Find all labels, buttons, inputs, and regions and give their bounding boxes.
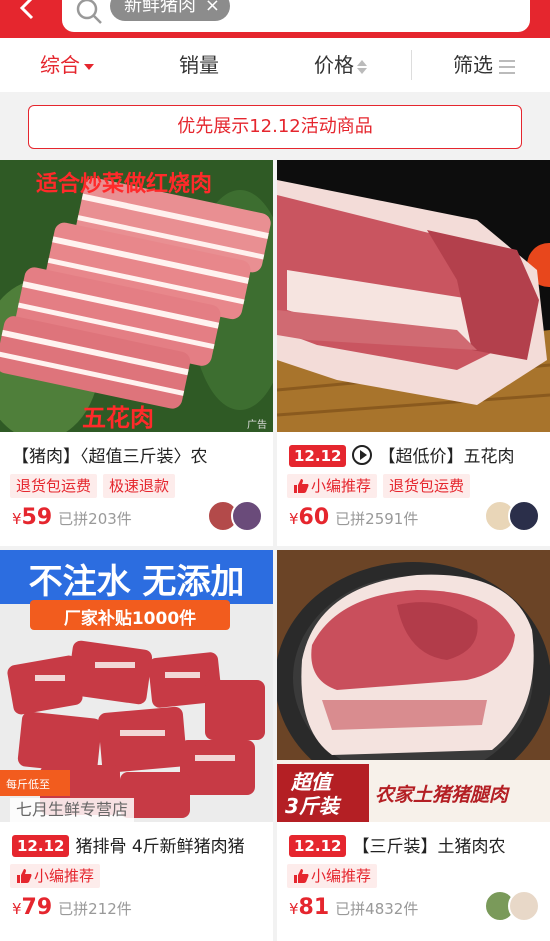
store-name: 七月生鲜专营店: [10, 798, 135, 822]
product-card[interactable]: 适合炒菜做红烧肉 五花肉 广告 【猪肉】〈超值三斤装〉农 退货包运费 极速退款 ¥…: [0, 160, 273, 546]
top-bar: 新鲜猪肉 ×: [0, 0, 550, 38]
avatar: [231, 500, 263, 532]
image-caption-left-2: 3斤装: [285, 794, 339, 818]
product-tag: 退货包运费: [383, 474, 471, 498]
product-tags: 退货包运费 极速退款: [10, 474, 181, 498]
sold-count: 已拼4832件: [335, 900, 419, 918]
thumbs-up-icon: [294, 869, 309, 883]
product-price: 79: [21, 895, 53, 920]
sort-filter-label: 筛选: [453, 53, 493, 77]
search-icon: [76, 0, 102, 24]
sold-count: 已拼203件: [58, 510, 132, 528]
product-tags: 小编推荐 退货包运费: [287, 474, 476, 498]
image-headline: 不注水 无添加: [28, 562, 245, 602]
price-row: ¥81 已拼4832件: [289, 895, 418, 920]
promo-banner[interactable]: 优先展示12.12活动商品: [28, 105, 522, 149]
product-image[interactable]: 适合炒菜做红烧肉 五花肉 广告: [0, 160, 273, 432]
product-title-text: 猪排骨 4斤新鲜猪肉猪: [75, 837, 245, 857]
avatar: [508, 500, 540, 532]
currency-symbol: ¥: [12, 510, 22, 528]
double-twelve-badge: 12.12: [12, 835, 70, 857]
sort-price[interactable]: 价格: [314, 38, 367, 92]
search-bar[interactable]: 新鲜猪肉 ×: [62, 0, 530, 32]
product-title: 12.12 【超低价】五花肉: [289, 442, 514, 467]
product-tag: 小编推荐: [287, 474, 378, 498]
chevron-left-icon: [19, 0, 34, 20]
product-image[interactable]: 超值 3斤装 农家土猪猪腿肉: [277, 550, 550, 822]
buyer-avatars: [207, 500, 263, 534]
ad-label: 广告: [247, 420, 267, 431]
product-price: 60: [298, 505, 330, 530]
buyer-avatars: [484, 890, 540, 924]
sold-count: 已拼2591件: [335, 510, 419, 528]
caret-down-icon: [84, 63, 94, 70]
sort-price-label: 价格: [314, 53, 354, 77]
thumbs-up-icon: [294, 479, 309, 493]
pork-belly-image: [0, 160, 273, 432]
play-icon[interactable]: [352, 445, 373, 465]
product-tag-text: 小编推荐: [34, 867, 95, 885]
product-tag: 小编推荐: [10, 864, 101, 888]
sold-count: 已拼212件: [58, 900, 132, 918]
product-tags: 小编推荐: [287, 864, 383, 888]
promo-banner-area: 优先展示12.12活动商品: [0, 92, 550, 160]
sort-comprehensive[interactable]: 综合: [40, 38, 94, 92]
product-card[interactable]: 超值 3斤装 农家土猪猪腿肉 12.12 【三斤装】土猪肉农 小编推荐 ¥81 已拼…: [277, 550, 550, 941]
sort-bar: 综合 销量 价格 筛选: [0, 38, 550, 92]
sort-sales[interactable]: 销量: [179, 38, 219, 92]
product-tag-text: 小编推荐: [311, 477, 372, 495]
currency-symbol: ¥: [12, 900, 22, 918]
product-title: 12.12 【三斤装】土猪肉农: [289, 832, 505, 857]
filter-icon: [499, 59, 515, 74]
currency-symbol: ¥: [289, 900, 299, 918]
product-tag: 极速退款: [103, 474, 176, 498]
double-twelve-badge: 12.12: [289, 835, 347, 857]
product-price: 59: [21, 505, 53, 530]
image-caption-right: 农家土猪猪腿肉: [375, 784, 509, 806]
product-image[interactable]: [277, 160, 550, 432]
product-card[interactable]: 12.12 【超低价】五花肉 小编推荐 退货包运费 ¥60 已拼2591件: [277, 160, 550, 546]
price-row: ¥79 已拼212件: [12, 895, 132, 920]
price-row: ¥60 已拼2591件: [289, 505, 418, 530]
thumbs-up-icon: [17, 869, 32, 883]
sort-comprehensive-label: 综合: [40, 53, 80, 77]
sort-arrows-icon: [357, 59, 367, 74]
search-keyword-chip[interactable]: 新鲜猪肉 ×: [110, 0, 230, 21]
pork-belly-image: [277, 160, 550, 432]
product-title: 【猪肉】〈超值三斤装〉农: [12, 447, 208, 467]
product-tag: 退货包运费: [10, 474, 98, 498]
close-icon[interactable]: ×: [205, 0, 220, 21]
sort-sales-label: 销量: [179, 53, 219, 77]
double-twelve-badge: 12.12: [289, 445, 347, 467]
product-price: 81: [298, 895, 330, 920]
product-card[interactable]: 不注水 无添加 厂家补贴1000件 每斤低至 七月生鲜专营店 12.12 猪排骨 …: [0, 550, 273, 941]
image-ribbon: 厂家补贴1000件: [63, 609, 197, 629]
search-keyword-text: 新鲜猪肉: [124, 0, 196, 16]
product-title-text: 【超低价】五花肉: [378, 447, 515, 467]
image-corner-text: 每斤低至: [6, 778, 50, 791]
image-overlay-top-text: 适合炒菜做红烧肉: [36, 172, 213, 197]
product-tags: 小编推荐: [10, 864, 106, 888]
buyer-avatars: [484, 500, 540, 534]
product-title: 12.12 猪排骨 4斤新鲜猪肉猪: [12, 832, 245, 857]
divider: [411, 50, 412, 80]
image-overlay-bottom-text: 五花肉: [82, 404, 154, 432]
product-tag-text: 小编推荐: [311, 867, 372, 885]
avatar: [508, 890, 540, 922]
product-image[interactable]: 不注水 无添加 厂家补贴1000件 每斤低至 七月生鲜专营店: [0, 550, 273, 822]
currency-symbol: ¥: [289, 510, 299, 528]
sort-filter[interactable]: 筛选: [453, 38, 515, 92]
price-row: ¥59 已拼203件: [12, 505, 132, 530]
back-button[interactable]: [10, 0, 44, 28]
product-tag: 小编推荐: [287, 864, 378, 888]
product-title-text: 【三斤装】土猪肉农: [352, 837, 506, 857]
